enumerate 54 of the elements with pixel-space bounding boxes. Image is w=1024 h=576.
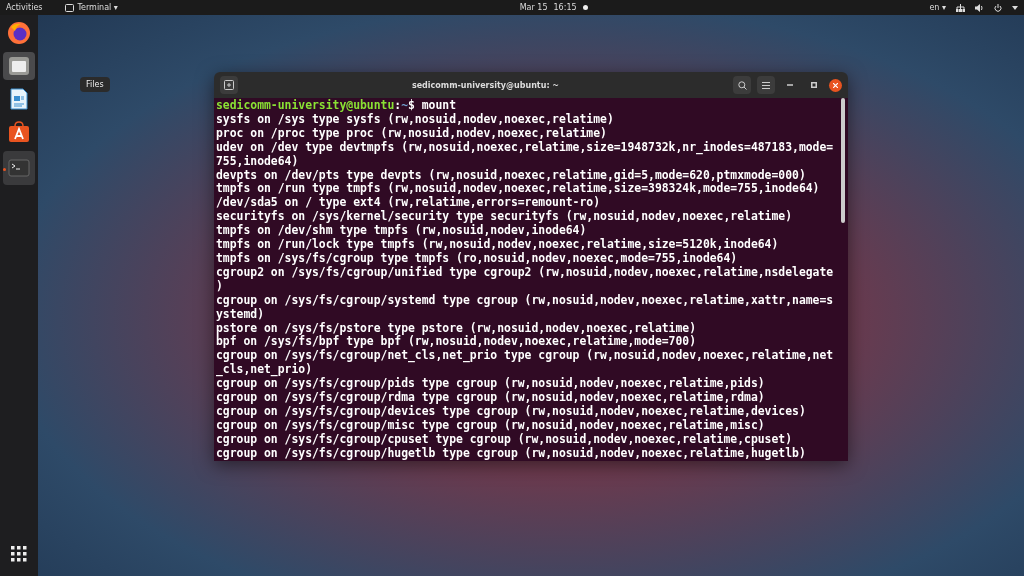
menu-button[interactable] <box>757 76 775 94</box>
tooltip: Files <box>80 77 110 92</box>
output-line: cgroup on /sys/fs/cgroup/systemd type cgroup (rw,nosuid,nodev,noexec,relatime,xattr,name=s <box>216 293 835 308</box>
document-icon <box>7 87 31 111</box>
output-line: cgroup on /sys/fs/cgroup/rdma type cgroup (rw,nosuid,nodev,noexec,relatime,rdma) <box>216 391 766 405</box>
maximize-icon <box>811 82 817 88</box>
globe-fox-icon <box>7 21 31 45</box>
scrollbar[interactable] <box>841 98 845 223</box>
power-icon[interactable] <box>994 3 1002 12</box>
network-icon[interactable] <box>956 3 965 12</box>
output-line: bpf on /sys/fs/bpf type bpf (rw,nosuid,nodev,noexec,relatime,mode=700) <box>216 335 698 349</box>
output-line: udev on /dev type devtmpfs (rw,nosuid,noexec,relatime,size=1948732k,nr_inodes=487183,mode= <box>216 140 835 155</box>
close-button[interactable] <box>829 78 842 92</box>
shopping-bag-icon <box>7 120 31 144</box>
output-line: cgroup on /sys/fs/cgroup/devices type cgroup (rw,nosuid,nodev,noexec,relatime,devices) <box>216 404 807 419</box>
output-line: /dev/sda5 on / type ext4 (rw,relatime,errors=remount-ro) <box>216 196 602 210</box>
activities-button[interactable]: Activities <box>6 3 43 12</box>
output-line: cgroup2 on /sys/fs/cgroup/unified type cgroup2 (rw,nosuid,nodev,noexec,relatime,nsdelegate <box>216 265 835 280</box>
output-line: proc on /proc type proc (rw,nosuid,nodev,noexec,relatime) <box>216 126 608 141</box>
window-title: sedicomm-university@ubuntu: ~ <box>410 80 561 90</box>
output-line: cgroup on /sys/fs/cgroup/misc type cgroup (rw,nosuid,nodev,noexec,relatime,misc) <box>216 418 766 433</box>
output-line: cgroup on /sys/fs/cgroup/net_cls,net_prio type cgroup (rw,nosuid,nodev,noexec,relatime,net <box>216 349 835 363</box>
search-icon <box>737 80 747 90</box>
clock-text[interactable]: 16:15 <box>553 3 577 12</box>
dock-item[interactable] <box>3 52 35 80</box>
minimize-icon <box>787 84 793 86</box>
prompt-line: sedicomm-university@ubuntu:~$ mount <box>216 99 458 113</box>
output-line: pstore on /sys/fs/pstore type pstore (rw,nosuid,nodev,noexec,relatime) <box>216 321 698 335</box>
volume-icon[interactable] <box>975 3 984 12</box>
output-line: cgroup on /sys/fs/cgroup/cpuset type cgroup (rw,nosuid,nodev,noexec,relatime,cpuset) <box>216 432 794 447</box>
output-line: sysfs on /sys type sysfs (rw,nosuid,nodev,noexec,relatime) <box>216 112 615 127</box>
app-menu[interactable]: Terminal ▾ <box>64 3 118 12</box>
search-button[interactable] <box>733 76 751 94</box>
output-line: _cls,net_prio) <box>216 363 312 377</box>
new-tab-icon <box>224 80 234 90</box>
output-line: cgroup on /sys/fs/cgroup/pids type cgroup (rw,nosuid,nodev,noexec,relatime,pids) <box>216 377 766 391</box>
output-line: devpts on /dev/pts type devpts (rw,nosuid,noexec,relatime,gid=5,mode=620,ptmxmode=000) <box>216 168 807 182</box>
date-text[interactable]: Mar 15 <box>519 3 548 12</box>
output-line: ) <box>216 279 223 294</box>
output-line: securityfs on /sys/kernel/security type securityfs (rw,nosuid,nodev,noexec,relatime) <box>216 210 794 224</box>
output-line: tmpfs on /dev/shm type tmpfs (rw,nosuid,nodev,inode64) <box>216 224 588 238</box>
grid-icon <box>11 546 27 562</box>
output-line: tmpfs on /sys/fs/cgroup type tmpfs (ro,nosuid,nodev,noexec,mode=755,inode64) <box>216 251 739 266</box>
new-tab-button[interactable] <box>220 76 238 94</box>
output-line: 755,inode64) <box>216 154 300 169</box>
output-line: cgroup on /sys/fs/cgroup/hugetlb type cgroup (rw,nosuid,nodev,noexec,relatime,hugetlb) <box>216 446 807 461</box>
folder-icon <box>7 54 31 78</box>
output-line: ystemd) <box>216 307 265 322</box>
close-icon <box>833 82 838 88</box>
output-line: tmpfs on /run type tmpfs (rw,nosuid,nodev,noexec,relatime,size=398324k,mode=755,inode64) <box>216 182 821 196</box>
menu-icon <box>762 81 770 89</box>
language-menu[interactable]: en ▾ <box>929 3 946 12</box>
output-line: tmpfs on /run/lock type tmpfs (rw,nosuid,nodev,noexec,relatime,size=5120k,inode64) <box>216 238 780 252</box>
caret-icon[interactable] <box>1012 5 1018 10</box>
